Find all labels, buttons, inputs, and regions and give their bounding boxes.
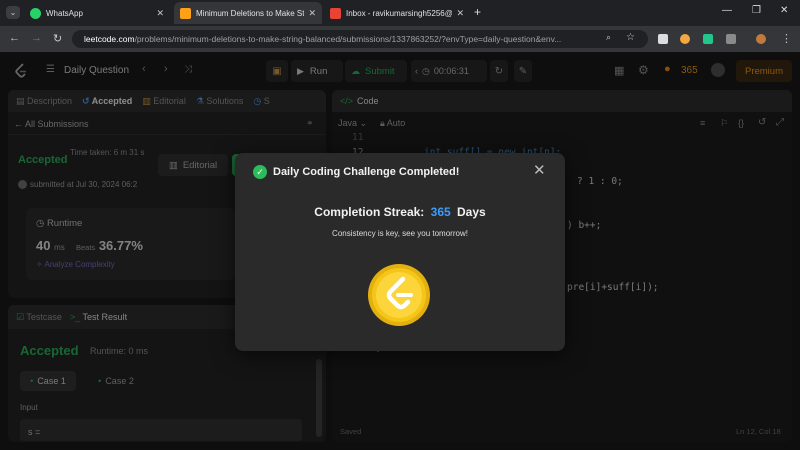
leetcode-coin-icon [368,264,430,326]
restore-button[interactable]: ❐ [752,5,761,16]
leetcode-icon [180,7,191,19]
zoom-icon[interactable]: ⌕ [606,32,611,43]
tab-title: WhatsApp [46,8,83,18]
close-icon[interactable]: ✕ [533,161,546,179]
gmail-icon [330,7,341,19]
url-host: leetcode.com [84,34,135,44]
back-icon[interactable]: ← [9,32,20,44]
window-close-button[interactable]: ✕ [780,5,788,16]
reload-icon[interactable]: ↻ [53,32,62,45]
extension-icon[interactable] [658,34,668,44]
url-input[interactable]: leetcode.com/problems/minimum-deletions-… [72,30,648,48]
extension-icon[interactable] [703,34,713,44]
tab-title: Inbox - ravikumarsingh5256@g [346,8,453,18]
close-icon[interactable]: ✕ [308,8,316,19]
streak-unit: Days [457,205,486,219]
daily-challenge-modal: ✓ Daily Coding Challenge Completed! ✕ Co… [235,153,565,351]
streak-line: Completion Streak: 365 Days [235,205,565,219]
url-path: /problems/minimum-deletions-to-make-stri… [134,34,562,44]
browser-tab-bar: ⌄ WhatsApp ✕ Minimum Deletions to Make S… [0,0,800,26]
close-icon[interactable]: ✕ [456,8,464,19]
modal-title: Daily Coding Challenge Completed! [273,166,460,178]
streak-label: Completion Streak: [314,205,425,219]
close-icon[interactable]: ✕ [156,8,164,19]
address-bar-row: ← → ↻ leetcode.com/problems/minimum-dele… [0,26,800,52]
bookmark-star-icon[interactable]: ☆ [626,32,635,43]
streak-value: 365 [430,205,451,219]
tab-whatsapp[interactable]: WhatsApp ✕ [24,2,170,24]
tab-gmail[interactable]: Inbox - ravikumarsingh5256@g ✕ [324,2,470,24]
avatar[interactable] [756,34,766,44]
extension-icon[interactable] [680,34,690,44]
check-circle-icon: ✓ [253,165,267,179]
puzzle-icon[interactable] [726,34,736,44]
minimize-button[interactable]: — [722,5,732,16]
menu-kebab-icon[interactable]: ⋮ [781,32,792,45]
forward-icon[interactable]: → [31,32,42,44]
tab-leetcode[interactable]: Minimum Deletions to Make St ✕ [174,2,322,24]
new-tab-button[interactable]: + [474,5,481,19]
tab-title: Minimum Deletions to Make St [196,8,305,18]
modal-message: Consistency is key, see you tomorrow! [332,229,468,238]
whatsapp-icon [30,7,41,19]
tab-search-button[interactable]: ⌄ [6,6,20,19]
